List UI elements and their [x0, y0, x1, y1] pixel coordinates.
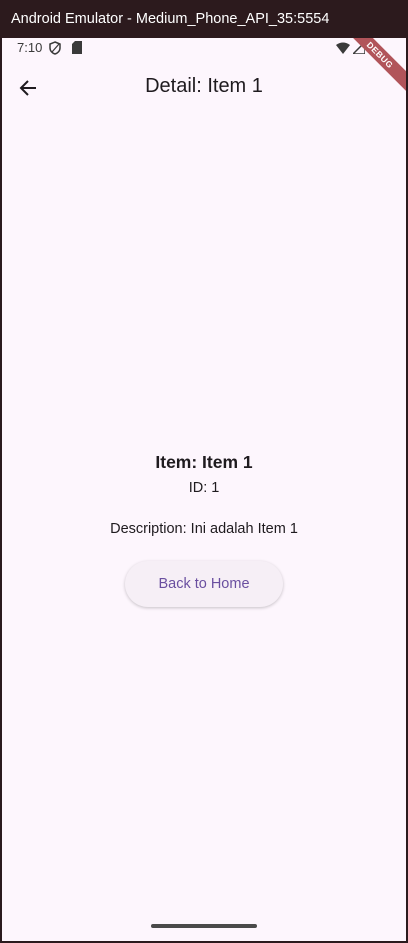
- status-bar: 7:10: [2, 38, 406, 60]
- phone-screen: 7:10 Detail: Item 1 Item: Item 1 ID: 1 D…: [2, 38, 406, 941]
- back-to-home-button[interactable]: Back to Home: [125, 561, 283, 607]
- emulator-window: Android Emulator - Medium_Phone_API_35:5…: [0, 0, 408, 943]
- item-id: ID: 1: [188, 480, 220, 496]
- app-bar: Detail: Item 1: [2, 60, 406, 116]
- sim-card-icon: [72, 41, 82, 59]
- status-time: 7:10: [17, 40, 43, 55]
- page-title: Detail: Item 1: [145, 75, 263, 97]
- item-description: Description: Ini adalah Item 1: [110, 521, 298, 537]
- wifi-icon: [336, 41, 350, 59]
- item-heading: Item: Item 1: [155, 452, 253, 472]
- navigation-handle[interactable]: [151, 924, 257, 928]
- window-title: Android Emulator - Medium_Phone_API_35:5…: [0, 0, 408, 38]
- shield-icon: [49, 41, 61, 60]
